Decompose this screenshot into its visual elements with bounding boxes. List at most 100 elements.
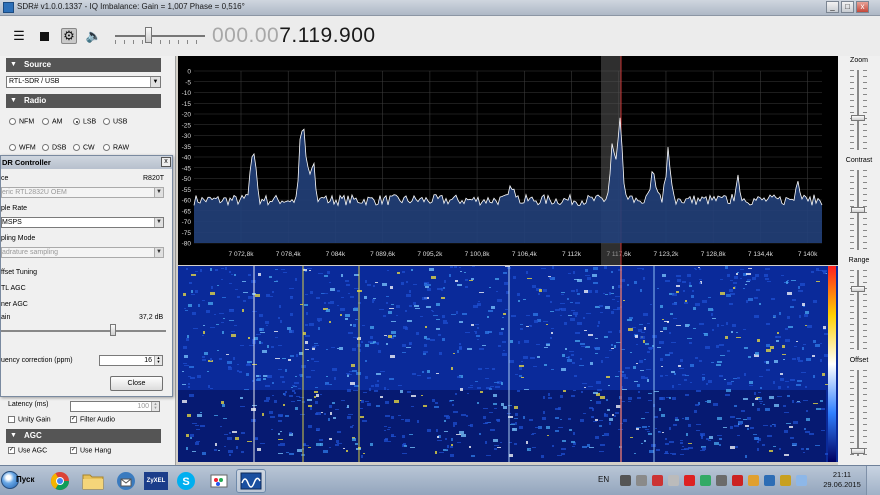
waterfall-speck <box>340 314 342 316</box>
dialog-close-icon[interactable]: x <box>161 157 171 167</box>
tray-icon[interactable] <box>716 475 727 486</box>
rtl-agc-checkbox[interactable]: TL AGC <box>1 285 26 292</box>
checkmark-icon[interactable]: ✓ <box>70 447 77 454</box>
source-header[interactable]: Source <box>6 58 161 72</box>
close-button[interactable]: x <box>856 1 869 13</box>
offset-tuning-checkbox[interactable]: ffset Tuning <box>1 269 37 276</box>
freq-correction-input[interactable]: 16 ▲ ▼ <box>99 355 163 366</box>
radio-dsb[interactable]: DSB <box>42 144 66 151</box>
waterfall-display[interactable] <box>178 266 838 462</box>
radio-usb[interactable]: USB <box>103 118 127 125</box>
frequency-dim-digits[interactable]: 000.00 <box>212 24 279 47</box>
radio-dot[interactable] <box>73 144 80 151</box>
radio-wfm[interactable]: WFM <box>9 144 36 151</box>
sample-rate-select[interactable]: MSPS ▼ <box>1 217 164 228</box>
zoom-slider-thumb[interactable] <box>851 115 865 121</box>
chevron-down-icon[interactable]: ▼ <box>154 218 163 227</box>
tray-icon[interactable] <box>780 475 791 486</box>
waterfall-speck <box>223 418 227 419</box>
paint-icon[interactable] <box>204 469 234 493</box>
gear-icon[interactable]: ⚙ <box>61 28 77 44</box>
start-button[interactable]: Пуск <box>0 469 38 493</box>
radio-dot[interactable] <box>9 118 16 125</box>
use-hang-checkbox[interactable]: ✓ Use Hang <box>70 447 111 454</box>
language-indicator[interactable]: EN <box>598 475 609 484</box>
spin-arrows-icon[interactable]: ▲ ▼ <box>151 402 159 411</box>
waterfall-speck <box>721 325 724 326</box>
latency-input[interactable]: 100 ▲ ▼ <box>70 401 160 412</box>
radio-dot[interactable] <box>42 144 49 151</box>
network-icon[interactable] <box>796 475 807 486</box>
spectrum-analyzer[interactable]: 0 -5 -10 -15 -20 -25 -30 -35 -40 -45 -50 -55 -60 -65 -… <box>178 56 838 265</box>
checkmark-icon[interactable]: ✓ <box>8 447 15 454</box>
tray-icon[interactable] <box>748 475 759 486</box>
stop-icon[interactable] <box>36 28 52 44</box>
frequency-digits[interactable]: 7.119.900 <box>279 24 375 47</box>
contrast-slider-thumb[interactable] <box>851 207 865 213</box>
radio-am[interactable]: AM <box>42 118 63 125</box>
radio-dot[interactable] <box>42 118 49 125</box>
checkmark-icon[interactable]: ✓ <box>70 416 77 423</box>
chevron-down-icon[interactable]: ▼ <box>150 77 160 87</box>
waterfall-speck <box>409 434 413 435</box>
range-slider-thumb[interactable] <box>851 286 865 292</box>
device-select[interactable]: eric RTL2832U OEM ▼ <box>1 187 164 198</box>
tray-icon[interactable] <box>652 475 663 486</box>
radio-dot[interactable] <box>103 144 110 151</box>
sampling-mode-select[interactable]: adrature sampling ▼ <box>1 247 164 258</box>
radio-cw[interactable]: CW <box>73 144 95 151</box>
volume-slider-thumb[interactable] <box>145 27 153 43</box>
volume-slider-track[interactable] <box>115 35 205 37</box>
filter-audio-checkbox[interactable]: ✓ Filter Audio <box>70 416 115 423</box>
skype-icon[interactable]: S <box>171 469 201 493</box>
waterfall-speck <box>477 402 479 404</box>
clock[interactable]: 21:11 29.06.2015 <box>822 470 862 490</box>
maximize-button[interactable]: □ <box>841 1 854 13</box>
folder-icon[interactable] <box>78 469 108 493</box>
gain-slider-thumb[interactable] <box>110 324 117 336</box>
menu-icon[interactable]: ☰ <box>11 28 27 44</box>
tray-icon[interactable] <box>700 475 711 486</box>
minimize-button[interactable]: _ <box>826 1 839 13</box>
waterfall-speck <box>561 453 565 455</box>
chevron-down-icon[interactable]: ▼ <box>154 188 163 197</box>
tray-icon[interactable] <box>636 475 647 486</box>
tray-icon[interactable] <box>620 475 631 486</box>
offset-slider-thumb[interactable] <box>851 448 865 454</box>
spectrum-plot[interactable]: 0 -5 -10 -15 -20 -25 -30 -35 -40 -45 -50 -55 -60 -65 -… <box>178 56 838 265</box>
zyxel-icon[interactable]: ZyXEL <box>141 469 171 493</box>
radio-dot[interactable] <box>103 118 110 125</box>
zoom-slider-track[interactable] <box>857 70 859 150</box>
waterfall-plot[interactable] <box>178 266 838 462</box>
unity-gain-checkbox[interactable]: Unity Gain <box>8 416 51 423</box>
thunderbird-icon[interactable] <box>111 469 141 493</box>
speaker-icon[interactable]: 🔈 <box>86 28 102 44</box>
range-slider-track[interactable] <box>857 270 859 350</box>
offset-slider-track[interactable] <box>857 370 859 456</box>
tray-icon[interactable] <box>684 475 695 486</box>
chrome-icon[interactable] <box>45 469 75 493</box>
agc-header[interactable]: AGC <box>6 429 161 443</box>
tuner-agc-checkbox[interactable]: ner AGC <box>1 301 28 308</box>
tray-icon[interactable] <box>668 475 679 486</box>
radio-header[interactable]: Radio <box>6 94 161 108</box>
dialog-close-button[interactable]: Close <box>110 376 163 391</box>
tray-icon[interactable] <box>732 475 743 486</box>
checkbox-box[interactable] <box>8 416 15 423</box>
chevron-down-icon[interactable]: ▼ <box>154 248 163 257</box>
source-select[interactable]: RTL-SDR / USB ▼ <box>6 76 161 88</box>
frequency-display[interactable]: 000.007.119.900 <box>212 24 376 48</box>
waterfall-speck <box>730 280 733 281</box>
waterfall-speck <box>551 369 554 370</box>
use-agc-checkbox[interactable]: ✓ Use AGC <box>8 447 47 454</box>
radio-raw[interactable]: RAW <box>103 144 129 151</box>
tray-icon[interactable] <box>764 475 775 486</box>
show-desktop-button[interactable] <box>866 466 880 495</box>
radio-nfm[interactable]: NFM <box>9 118 34 125</box>
radio-dot-selected[interactable] <box>73 118 80 125</box>
radio-lsb[interactable]: LSB <box>73 118 96 125</box>
spin-arrows-icon[interactable]: ▲ ▼ <box>154 356 162 365</box>
gain-slider-track[interactable] <box>1 330 166 332</box>
sdr-icon[interactable] <box>236 469 266 493</box>
radio-dot[interactable] <box>9 144 16 151</box>
